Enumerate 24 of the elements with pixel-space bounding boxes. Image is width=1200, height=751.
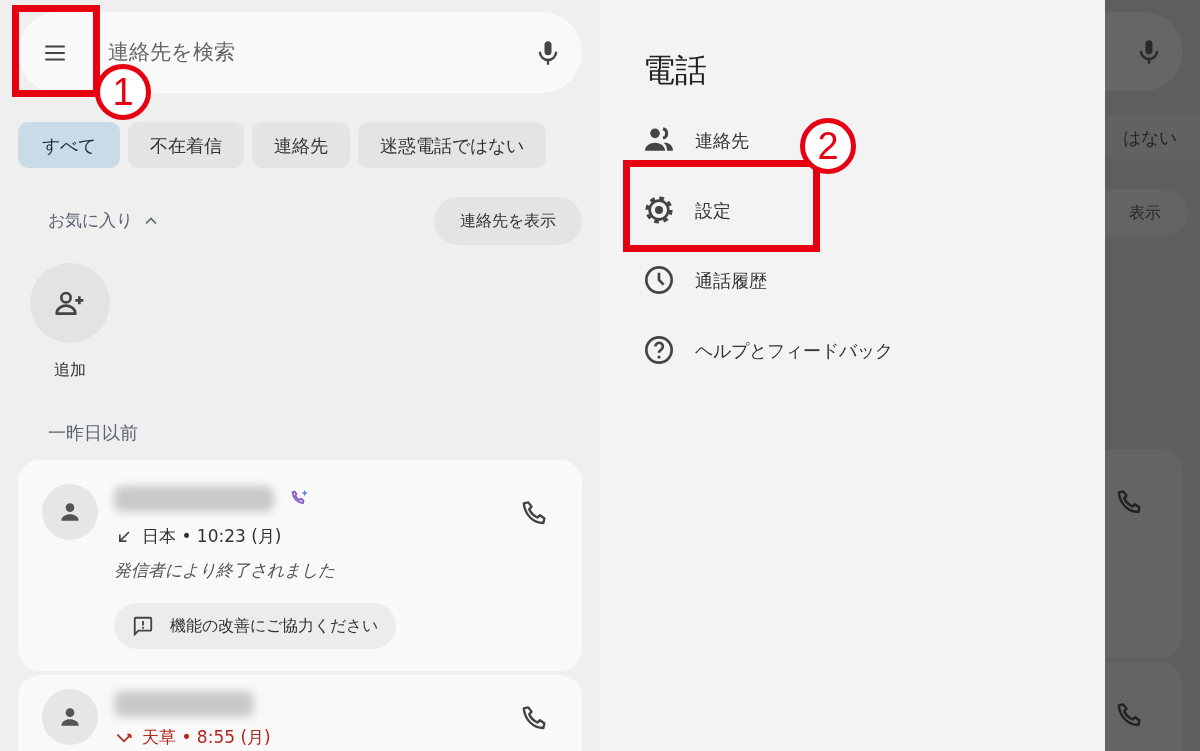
filter-chip[interactable]: 迷惑電話ではない bbox=[358, 122, 546, 168]
filter-chip[interactable]: すべて bbox=[18, 122, 120, 168]
call-detail: 日本 • 10:23 (月) bbox=[142, 525, 282, 548]
call-detail: 天草 • 8:55 (月) bbox=[142, 726, 271, 749]
add-label: 追加 bbox=[54, 359, 86, 381]
drawer-item[interactable]: 設定 bbox=[643, 175, 731, 245]
settings-icon bbox=[643, 194, 675, 226]
feedback-icon bbox=[132, 615, 154, 637]
feedback-chip[interactable]: 機能の改善にご協力ください bbox=[114, 603, 396, 649]
filter-chip: はない bbox=[1105, 115, 1200, 161]
call-note: 発信者により終了されました bbox=[114, 558, 336, 582]
filter-chip[interactable]: 連絡先 bbox=[252, 122, 350, 168]
drawer-item[interactable]: 連絡先 bbox=[643, 105, 749, 175]
call-card[interactable]: 日本 • 10:23 (月) 発信者により終了されました 機能の改善にご協力ください bbox=[18, 460, 582, 671]
filter-chip[interactable]: 不在着信 bbox=[128, 122, 244, 168]
drawer-item[interactable]: 通話履歴 bbox=[643, 245, 767, 315]
drawer-item[interactable]: ヘルプとフィードバック bbox=[643, 315, 893, 385]
call-card[interactable]: 天草 • 8:55 (月) bbox=[18, 675, 582, 751]
clock-icon bbox=[643, 264, 675, 296]
help-icon bbox=[643, 334, 675, 366]
favorites-toggle[interactable]: お気に入り bbox=[48, 208, 161, 234]
section-title: 一昨日以前 bbox=[47, 421, 139, 445]
drawer-title: 電話 bbox=[643, 50, 708, 91]
show-contacts-button[interactable]: 連絡先を表示 bbox=[434, 197, 582, 245]
